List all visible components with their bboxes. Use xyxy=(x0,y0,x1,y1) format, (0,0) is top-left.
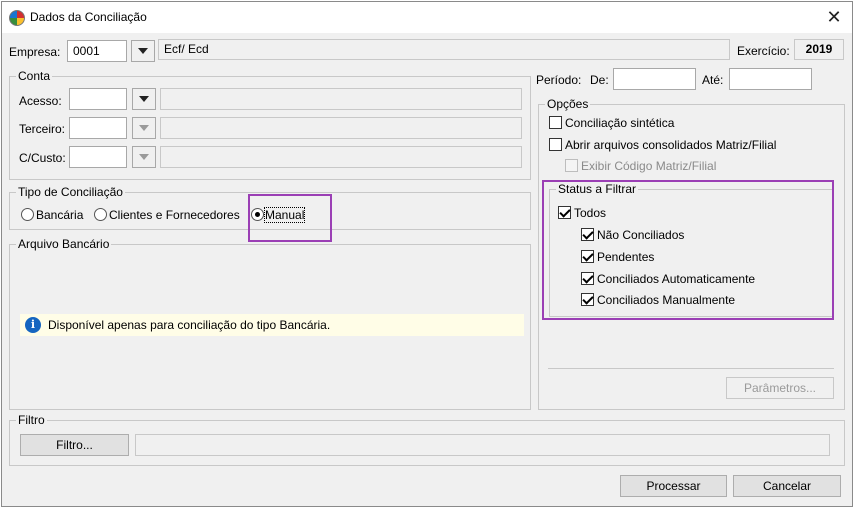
processar-button[interactable]: Processar xyxy=(620,475,727,497)
close-icon[interactable]: ✕ xyxy=(824,7,844,27)
info-message-text: Disponível apenas para conciliação do ti… xyxy=(48,318,331,332)
empresa-code-input[interactable]: 0001 xyxy=(67,40,127,62)
acesso-description-field xyxy=(160,88,522,110)
cancelar-button[interactable]: Cancelar xyxy=(733,475,841,497)
title-bar: Dados da Conciliação ✕ xyxy=(2,2,852,33)
window-title: Dados da Conciliação xyxy=(30,10,147,24)
filtro-legend: Filtro xyxy=(16,413,47,427)
conciliacao-sintetica-label[interactable]: Conciliação sintética xyxy=(565,116,674,130)
exercicio-field: 2019 xyxy=(794,39,844,60)
exibir-codigo-label[interactable]: Exibir Código Matriz/Filial xyxy=(581,159,716,173)
radio-clientes-fornecedores-label[interactable]: Clientes e Fornecedores xyxy=(109,208,240,222)
tipo-conciliacao-legend: Tipo de Conciliação xyxy=(16,185,125,199)
conta-legend: Conta xyxy=(16,69,53,83)
exercicio-label: Exercício: xyxy=(737,44,790,58)
chevron-down-icon xyxy=(139,125,149,131)
parametros-button[interactable]: Parâmetros... xyxy=(726,377,834,399)
chevron-down-icon xyxy=(139,154,149,160)
app-logo-icon xyxy=(9,10,25,26)
info-icon: i xyxy=(25,317,41,333)
ccusto-label: C/Custo: xyxy=(19,151,66,165)
opcoes-legend: Opções xyxy=(545,97,591,111)
periodo-de-input[interactable] xyxy=(613,68,696,90)
filtro-field xyxy=(135,434,830,456)
acesso-dropdown-button[interactable] xyxy=(132,88,156,110)
periodo-de-label: De: xyxy=(590,73,609,87)
filtro-button[interactable]: Filtro... xyxy=(20,434,129,456)
arquivo-bancario-legend: Arquivo Bancário xyxy=(16,237,112,251)
empresa-dropdown-button[interactable] xyxy=(131,40,155,62)
periodo-ate-input[interactable] xyxy=(729,68,812,90)
chevron-down-icon xyxy=(138,48,148,54)
empresa-label: Empresa: xyxy=(9,45,61,59)
highlight-box-manual xyxy=(248,194,332,242)
info-message-bar: i Disponível apenas para conciliação do … xyxy=(20,314,524,336)
periodo-label: Período: xyxy=(536,73,582,87)
abrir-consolidados-label[interactable]: Abrir arquivos consolidados Matriz/Filia… xyxy=(565,138,776,152)
chevron-down-icon xyxy=(139,96,149,102)
radio-bancaria-label[interactable]: Bancária xyxy=(36,208,83,222)
acesso-input[interactable] xyxy=(69,88,127,110)
dialog-window: Dados da Conciliação ✕ Empresa: 0001 Ecf… xyxy=(1,1,853,507)
ccusto-description-field xyxy=(160,146,522,168)
empresa-name-field: Ecf/ Ecd xyxy=(158,39,730,60)
terceiro-label: Terceiro: xyxy=(19,122,66,136)
terceiro-dropdown-button[interactable] xyxy=(132,117,156,139)
acesso-label: Acesso: xyxy=(19,94,62,108)
highlight-box-status xyxy=(542,180,834,320)
terceiro-input[interactable] xyxy=(69,117,127,139)
ccusto-input[interactable] xyxy=(69,146,127,168)
checkbox-exibir-codigo[interactable] xyxy=(565,159,578,172)
checkbox-abrir-consolidados[interactable] xyxy=(549,138,562,151)
divider xyxy=(548,368,834,369)
checkbox-conciliacao-sintetica[interactable] xyxy=(549,116,562,129)
terceiro-description-field xyxy=(160,117,522,139)
radio-clientes-fornecedores[interactable] xyxy=(94,208,107,221)
periodo-ate-label: Até: xyxy=(702,73,724,87)
radio-bancaria[interactable] xyxy=(21,208,34,221)
ccusto-dropdown-button[interactable] xyxy=(132,146,156,168)
